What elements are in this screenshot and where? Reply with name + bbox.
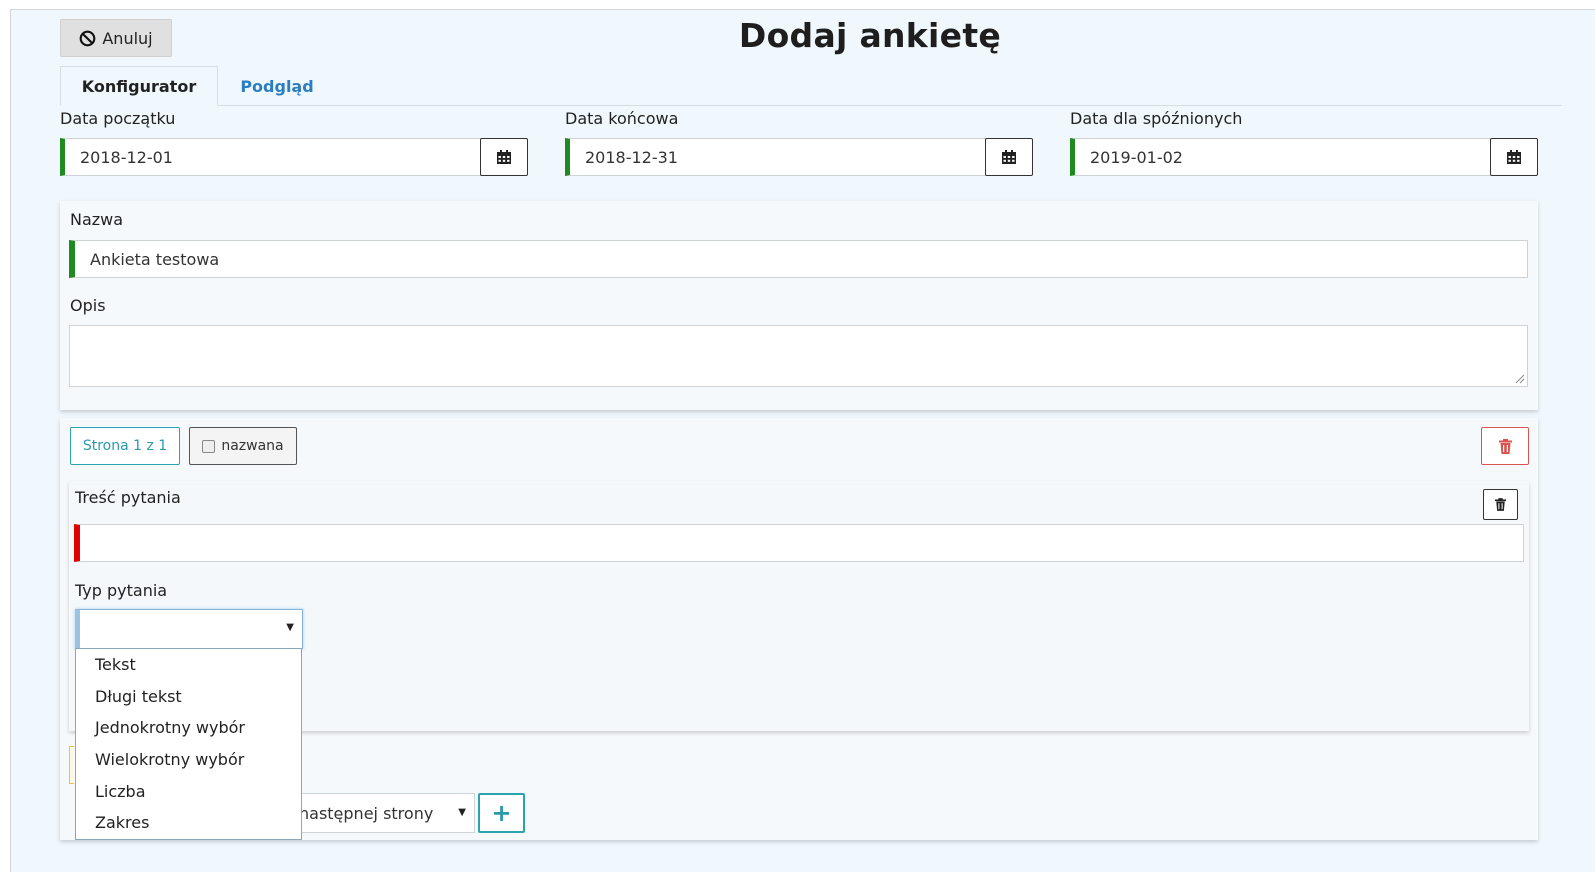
ban-icon (79, 30, 96, 46)
question-content-label: Treść pytania (75, 488, 181, 507)
end-date-input[interactable]: 2018-12-31 (565, 138, 986, 176)
calendar-icon (1507, 150, 1521, 164)
end-date-calendar-button[interactable] (985, 138, 1033, 176)
cancel-button[interactable]: Anuluj (60, 19, 172, 57)
dropdown-option-tekst[interactable]: Tekst (76, 649, 301, 681)
page-indicator-button[interactable]: Strona 1 z 1 (70, 427, 180, 465)
next-page-select[interactable]: następnej strony ▼ (280, 793, 475, 833)
caret-down-icon: ▼ (286, 622, 294, 633)
tab-podglad[interactable]: Podgląd (222, 66, 332, 106)
trash-icon (1498, 438, 1512, 454)
dropdown-option-wielokrotny-wybor[interactable]: Wielokrotny wybór (76, 744, 301, 776)
question-type-select[interactable]: ▼ (75, 609, 303, 649)
late-date-label: Data dla spóźnionych (1070, 109, 1243, 128)
named-toggle[interactable]: nazwana (189, 427, 297, 465)
dropdown-option-jednokrotny-wybor[interactable]: Jednokrotny wybór (76, 712, 301, 744)
calendar-icon (497, 150, 511, 164)
start-date-label: Data początku (60, 109, 176, 128)
description-textarea[interactable] (69, 325, 1528, 387)
named-label: nazwana (221, 438, 284, 454)
resize-handle-icon[interactable] (1515, 374, 1525, 384)
caret-down-icon: ▼ (458, 807, 466, 818)
add-page-button[interactable]: + (478, 793, 525, 833)
calendar-icon (1002, 150, 1016, 164)
add-question-button-edge[interactable] (69, 746, 74, 784)
next-page-select-value: następnej strony (299, 803, 434, 823)
start-date-calendar-button[interactable] (480, 138, 528, 176)
name-label: Nazwa (70, 210, 124, 229)
late-date-calendar-button[interactable] (1490, 138, 1538, 176)
description-label: Opis (70, 296, 106, 315)
page-title: Dodaj ankietę (738, 16, 1002, 55)
dropdown-option-dlugi-tekst[interactable]: Długi tekst (76, 681, 301, 713)
question-type-dropdown: Tekst Długi tekst Jednokrotny wybór Wiel… (75, 648, 302, 840)
name-input[interactable]: Ankieta testowa (69, 240, 1528, 278)
start-date-input[interactable]: 2018-12-01 (60, 138, 481, 176)
cancel-label: Anuluj (102, 28, 153, 48)
delete-question-button[interactable] (1483, 489, 1518, 520)
question-type-label: Typ pytania (75, 581, 168, 600)
question-content-input[interactable] (74, 524, 1524, 562)
dropdown-option-zakres[interactable]: Zakres (76, 807, 301, 839)
late-date-input[interactable]: 2019-01-02 (1070, 138, 1491, 176)
delete-page-button[interactable] (1481, 427, 1529, 465)
named-checkbox[interactable] (202, 439, 216, 453)
end-date-label: Data końcowa (565, 109, 679, 128)
dropdown-option-liczba[interactable]: Liczba (76, 775, 301, 807)
tab-konfigurator[interactable]: Konfigurator (60, 66, 218, 106)
trash-icon (1495, 498, 1506, 511)
